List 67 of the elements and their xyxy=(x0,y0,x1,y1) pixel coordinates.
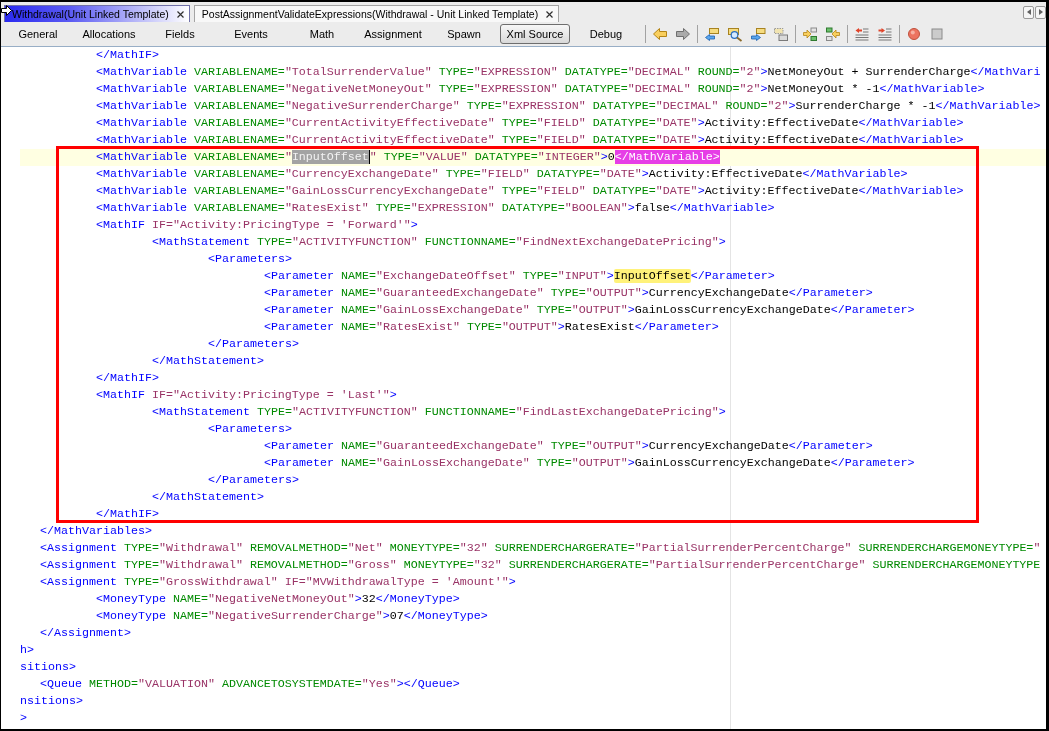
right-triangle-icon xyxy=(1038,9,1043,15)
code-line: <Parameter NAME="GainLossExchangeDate" TYPE="OUTPUT">GainLossCurrencyExchangeDate</Parameter> xyxy=(264,302,915,319)
record-icon[interactable] xyxy=(906,26,922,42)
code-line: <MathStatement TYPE="ACTIVITYFUNCTION" FUNCTIONNAME="FindNextExchangeDatePricing"> xyxy=(152,234,726,251)
view-tab[interactable]: Assignment xyxy=(358,24,428,44)
indent-icon[interactable] xyxy=(877,26,893,42)
code-line: sitions> xyxy=(20,659,76,676)
view-tab[interactable]: General xyxy=(3,24,73,44)
code-line: <MathVariable VARIABLENAME="GainLossCurrencyExchangeDate" TYPE="FIELD" DATATYPE="DATE">Activity:EffectiveDate</MathVariable> xyxy=(96,183,964,200)
stop-icon[interactable] xyxy=(929,26,945,42)
code-line: nsitions> xyxy=(20,693,83,710)
arrow-into-cards-icon[interactable] xyxy=(802,26,818,42)
code-line: <Assignment TYPE="GrossWithdrawal" IF="MVWithdrawalType = 'Amount'"> xyxy=(40,574,516,591)
code-line: <MathVariable VARIABLENAME="RatesExist" TYPE="EXPRESSION" DATATYPE="BOOLEAN">false</MathVariable> xyxy=(96,200,775,217)
code-line: <Parameters> xyxy=(208,251,292,268)
view-tab[interactable]: Xml Source xyxy=(500,24,570,44)
code-line: <Parameter NAME="GainLossExchangeDate" TYPE="OUTPUT">GainLossCurrencyExchangeDate</Parameter> xyxy=(264,455,915,472)
code-line: <Parameter NAME="GuaranteedExchangeDate" TYPE="OUTPUT">CurrencyExchangeDate</Parameter> xyxy=(264,438,873,455)
code-line: </Parameters> xyxy=(208,472,299,489)
outdent-icon[interactable] xyxy=(854,26,870,42)
view-tab[interactable]: Allocations xyxy=(74,24,144,44)
code-line: <MathVariable VARIABLENAME="TotalSurrenderValue" TYPE="EXPRESSION" DATATYPE="DECIMAL" ROUND="2">NetMoneyOut + SurrenderCharge</MathVari xyxy=(96,64,1041,81)
document-tab[interactable]: PostAssignmentValidateExpressions(Withdrawal - Unit Linked Template) xyxy=(193,5,560,22)
document-tab[interactable]: Withdrawal(Unit Linked Template) xyxy=(4,5,190,22)
code-line: <MathVariable VARIABLENAME="NegativeNetMoneyOut" TYPE="EXPRESSION" DATATYPE="DECIMAL" ROUND="2">NetMoneyOut * -1</MathVariable> xyxy=(96,81,985,98)
tab-scroll-left-button[interactable] xyxy=(1023,5,1034,19)
close-icon[interactable] xyxy=(546,10,554,18)
code-line: </MathIF> xyxy=(96,506,159,523)
code-line: <MathIF IF="Activity:PricingType = 'Last'"> xyxy=(96,387,397,404)
code-line: <MathVariable VARIABLENAME="CurrentActivityEffectiveDate" TYPE="FIELD" DATATYPE="DATE">Activity:EffectiveDate</MathVariable> xyxy=(96,115,964,132)
view-tab[interactable]: Math xyxy=(287,24,357,44)
code-line: <MathVariable VARIABLENAME="CurrencyExchangeDate" TYPE="FIELD" DATATYPE="DATE">Activity:EffectiveDate</MathVariable> xyxy=(96,166,908,183)
cards-arrow-out-icon[interactable] xyxy=(825,26,841,42)
code-line: <MathIF IF="Activity:PricingType = 'Forward'"> xyxy=(96,217,418,234)
code-line: <MoneyType NAME="NegativeNetMoneyOut">32</MoneyType> xyxy=(96,591,460,608)
view-tab[interactable]: Events xyxy=(216,24,286,44)
code-line: <Assignment TYPE="Withdrawal" REMOVALMETHOD="Gross" MONEYTYPE="32" SURRENDERCHARGERATE="PartialSurrenderPercentCharge" SURRENDERCHARGEMONEYTYPE xyxy=(40,557,1041,574)
code-line: </MathVariables> xyxy=(40,523,152,540)
code-line: <MathStatement TYPE="ACTIVITYFUNCTION" FUNCTIONNAME="FindLastExchangeDatePricing"> xyxy=(152,404,726,421)
view-tab[interactable]: Fields xyxy=(145,24,215,44)
card-search-icon[interactable] xyxy=(727,26,743,42)
code-line: <Parameter NAME="GuaranteedExchangeDate" TYPE="OUTPUT">CurrencyExchangeDate</Parameter> xyxy=(264,285,873,302)
code-line: <MoneyType NAME="NegativeSurrenderCharge">07</MoneyType> xyxy=(96,608,488,625)
code-line: </MathStatement> xyxy=(152,353,264,370)
code-line: </MathIF> xyxy=(96,47,159,64)
left-triangle-icon xyxy=(1026,9,1031,15)
code-line: </MathStatement> xyxy=(152,489,264,506)
code-line: </Assignment> xyxy=(40,625,131,642)
code-line: h> xyxy=(20,642,34,659)
tab-scroll-right-button[interactable] xyxy=(1035,5,1046,19)
code-line: > xyxy=(20,710,27,727)
code-line: <Assignment TYPE="Withdrawal" REMOVALMETHOD="Net" MONEYTYPE="32" SURRENDERCHARGERATE="PartialSurrenderPercentCharge" SURRENDERCHARGEMONEYTYPE=" xyxy=(40,540,1041,557)
close-icon[interactable] xyxy=(176,10,184,18)
view-tab[interactable]: Spawn xyxy=(429,24,499,44)
code-line: </MathIF> xyxy=(96,370,159,387)
stacked-cards-icon[interactable] xyxy=(773,26,789,42)
card-left-arrow-icon[interactable] xyxy=(704,26,720,42)
view-tab[interactable]: Debug xyxy=(571,24,641,44)
code-line: <Parameters> xyxy=(208,421,292,438)
code-line: <MathVariable VARIABLENAME="CurrentActivityEffectiveDate" TYPE="FIELD" DATATYPE="DATE">Activity:EffectiveDate</MathVariable> xyxy=(96,132,964,149)
code-line: <MathVariable VARIABLENAME="NegativeSurrenderCharge" TYPE="EXPRESSION" DATATYPE="DECIMAL" ROUND="2">SurrenderCharge * -1</MathVariable> xyxy=(96,98,1041,115)
code-line: <Queue METHOD="VALUATION" ADVANCETOSYSTEMDATE="Yes"></Queue> xyxy=(40,676,460,693)
code-line: <Parameter NAME="RatesExist" TYPE="OUTPUT">RatesExist</Parameter> xyxy=(264,319,719,336)
back-arrow-icon[interactable] xyxy=(652,26,668,42)
code-line: </Parameters> xyxy=(208,336,299,353)
code-line: <Parameter NAME="ExchangeDateOffset" TYPE="INPUT">InputOffset</Parameter> xyxy=(264,268,775,285)
card-right-arrow-icon[interactable] xyxy=(750,26,766,42)
